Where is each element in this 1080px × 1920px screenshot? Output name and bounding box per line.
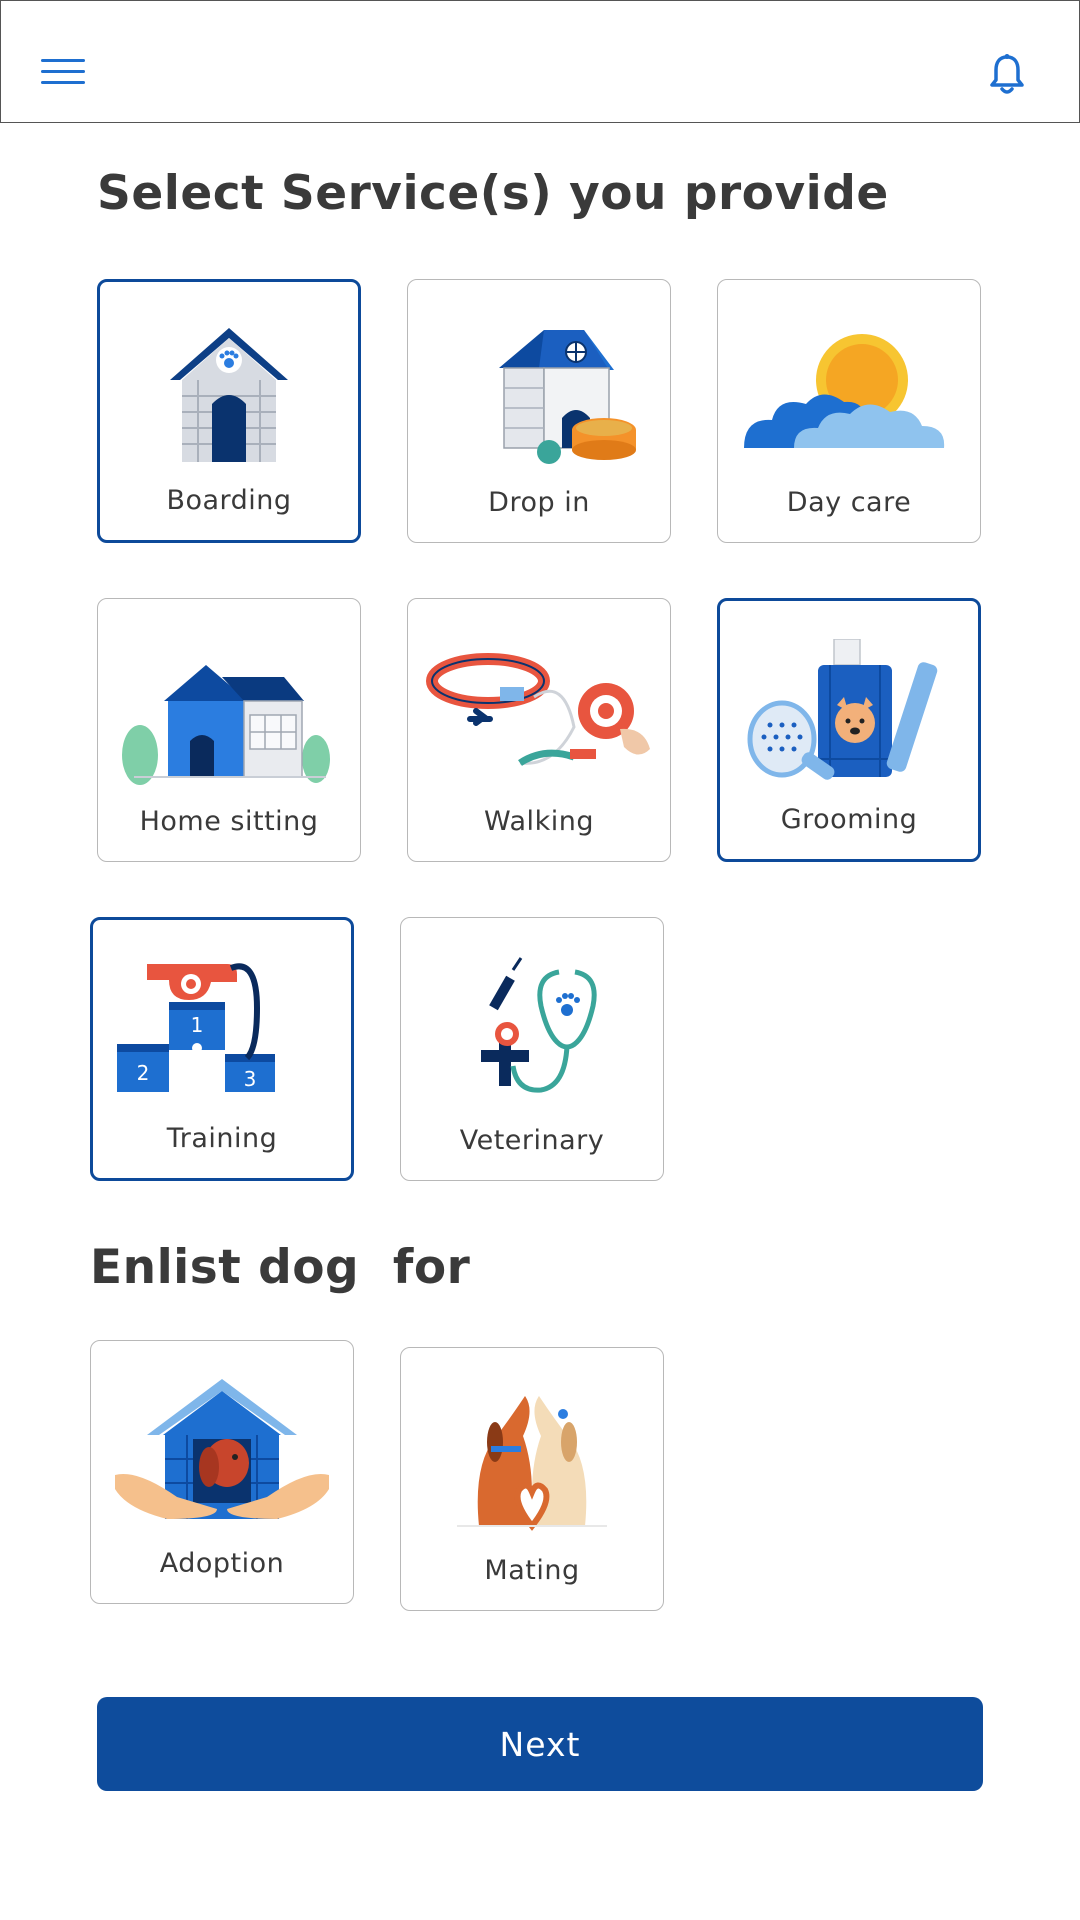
service-label: Day care xyxy=(786,487,912,518)
svg-text:1: 1 xyxy=(191,1013,204,1037)
next-button[interactable]: Next xyxy=(97,1697,983,1791)
sun-clouds-icon xyxy=(744,334,945,448)
service-label: Veterinary xyxy=(459,1125,605,1156)
enlist-card-mating[interactable]: Mating xyxy=(400,1347,664,1611)
service-label: Home sitting xyxy=(139,806,319,837)
service-card-grooming[interactable]: Grooming xyxy=(717,598,981,862)
stethoscope-icon xyxy=(481,957,597,1093)
service-card-day-care[interactable]: Day care xyxy=(717,279,981,543)
service-label: Grooming xyxy=(780,804,918,835)
hands-dog-house-icon xyxy=(115,1379,329,1519)
svg-text:3: 3 xyxy=(244,1067,257,1091)
two-dogs-heart-icon xyxy=(457,1396,607,1531)
house-icon xyxy=(122,665,330,785)
service-card-home-sitting[interactable]: Home sitting xyxy=(97,598,361,862)
services-section-title: Select Service(s) you provide xyxy=(97,166,889,221)
service-card-training[interactable]: 2 1 3 Training xyxy=(90,917,354,1181)
service-card-walking[interactable]: Walking xyxy=(407,598,671,862)
service-card-drop-in[interactable]: Drop in xyxy=(407,279,671,543)
bell-icon[interactable] xyxy=(987,53,1027,97)
kennel-food-bowl-icon xyxy=(499,330,636,464)
grooming-kit-icon xyxy=(747,639,938,780)
top-app-bar xyxy=(0,0,1080,123)
service-label: Training xyxy=(166,1123,278,1154)
enlist-label: Adoption xyxy=(159,1548,285,1579)
dog-house-icon xyxy=(170,328,288,462)
enlist-label: Mating xyxy=(484,1555,580,1586)
service-label: Boarding xyxy=(166,485,292,516)
service-card-boarding[interactable]: Boarding xyxy=(97,279,361,543)
svg-text:2: 2 xyxy=(137,1061,150,1085)
hamburger-menu-icon[interactable] xyxy=(41,57,87,89)
service-card-veterinary[interactable]: Veterinary xyxy=(400,917,664,1181)
collar-leash-icon xyxy=(426,653,650,766)
service-label: Walking xyxy=(484,806,594,837)
service-label: Drop in xyxy=(488,487,590,518)
enlist-card-adoption[interactable]: Adoption xyxy=(90,1340,354,1604)
whistle-podium-icon: 2 1 3 xyxy=(117,963,275,1092)
enlist-section-title: Enlist dog for xyxy=(90,1240,471,1295)
